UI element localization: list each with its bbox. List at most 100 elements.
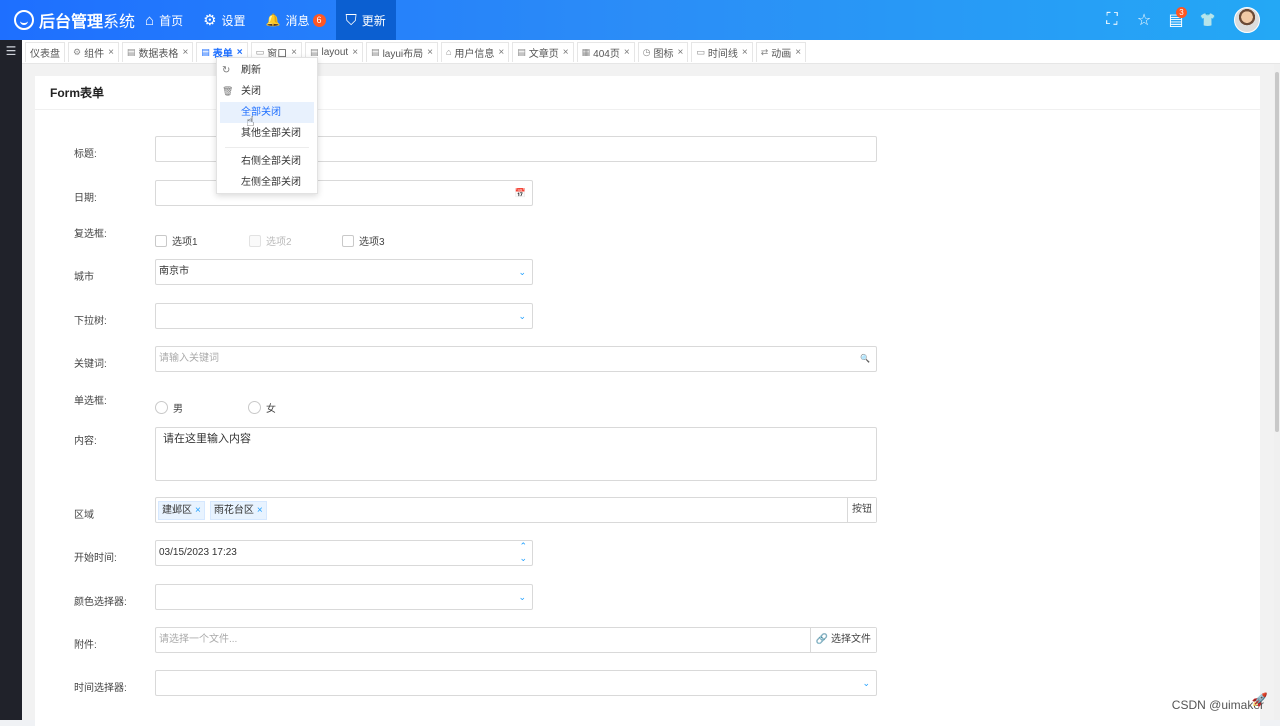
nav-update-label: 更新: [362, 12, 386, 29]
tab-close-icon[interactable]: ×: [427, 47, 433, 58]
nav-settings-label: 设置: [222, 12, 246, 29]
area-button[interactable]: 按钮: [847, 498, 876, 522]
row-color: 颜色选择器: ⌄: [35, 584, 1260, 614]
checkbox-option3[interactable]: 选项3: [342, 233, 385, 248]
tab-label: 时间线: [708, 45, 738, 60]
checkbox-option1[interactable]: 选项1: [155, 233, 198, 248]
start-time-input[interactable]: 03/15/2023 17:23 ⌃ ⌄: [155, 540, 533, 566]
city-value: 南京市: [159, 266, 189, 277]
tab-close-icon[interactable]: ×: [108, 47, 114, 58]
tab-data-table[interactable]: ▤数据表格×: [122, 42, 193, 62]
page-icon: ▤: [127, 47, 136, 58]
tab-icons[interactable]: ◷图标×: [638, 42, 689, 62]
nav-update[interactable]: ⛉ 更新: [336, 0, 396, 40]
tab-dashboard[interactable]: 仪表盘: [25, 42, 65, 62]
row-area: 区域 建邺区×雨花台区× 按钮: [35, 497, 1260, 527]
home-icon: ⌂: [145, 13, 154, 28]
tab-close-icon[interactable]: ×: [352, 47, 358, 58]
area-tag-input[interactable]: 建邺区×雨花台区× 按钮: [155, 497, 877, 523]
tab-label: 组件: [84, 45, 104, 60]
window-icon: ▭: [256, 47, 265, 58]
notes-button[interactable]: ▤ 3: [1160, 0, 1192, 40]
tab-close-icon[interactable]: ×: [624, 47, 630, 58]
title-label: 标题:: [74, 145, 97, 160]
tab-components[interactable]: ⚙组件×: [68, 42, 119, 62]
date-input[interactable]: 📅: [155, 180, 533, 206]
choose-file-button[interactable]: 🔗 选择文件: [810, 628, 876, 652]
radio-male[interactable]: 男: [155, 400, 183, 415]
search-icon[interactable]: 🔍: [860, 347, 870, 371]
tab-close-icon[interactable]: ×: [563, 47, 569, 58]
tab-close-icon[interactable]: ×: [182, 47, 188, 58]
tab-user-info[interactable]: ⌂用户信息×: [441, 42, 509, 62]
keyword-input[interactable]: 请输入关键词 🔍: [155, 346, 877, 372]
tab-404[interactable]: ▦404页 ×: [577, 42, 635, 62]
content-textarea[interactable]: 请在这里输入内容: [155, 427, 877, 481]
page-tabs: 仪表盘 ⚙组件× ▤数据表格× ▤表单× ▭窗口× ▤layout× ▤layu…: [22, 40, 1280, 64]
tag-close-icon[interactable]: ×: [195, 505, 201, 516]
checkbox-option-label: 选项1: [172, 233, 198, 248]
ctx-close-others[interactable]: 其他全部关闭: [220, 123, 314, 144]
page-scrollbar[interactable]: [1274, 64, 1280, 720]
nav-settings[interactable]: ⚙ 设置: [193, 0, 255, 40]
tab-label: 404页: [593, 45, 620, 60]
chevron-down-icon: ⌄: [518, 304, 526, 328]
tab-close-icon[interactable]: ×: [498, 47, 504, 58]
avatar[interactable]: [1234, 7, 1260, 33]
keyword-placeholder: 请输入关键词: [159, 353, 219, 364]
tab-label: layout: [322, 47, 349, 58]
scrollbar-thumb[interactable]: [1275, 72, 1279, 432]
radio-female[interactable]: 女: [248, 400, 276, 415]
tab-close-icon[interactable]: ×: [678, 47, 684, 58]
logo-smile-icon: [14, 10, 34, 30]
date-label: 日期:: [74, 189, 97, 204]
star-icon[interactable]: ☆: [1128, 0, 1160, 40]
color-picker[interactable]: ⌄: [155, 584, 533, 610]
ctx-close-right[interactable]: 右侧全部关闭: [220, 151, 314, 172]
attach-placeholder: 请选择一个文件...: [159, 634, 237, 645]
nav-home[interactable]: ⌂ 首页: [135, 0, 193, 40]
ctx-close-left[interactable]: 左侧全部关闭: [220, 172, 314, 193]
gear-icon: ⚙: [203, 13, 216, 28]
tab-close-icon[interactable]: ×: [742, 47, 748, 58]
nav-home-label: 首页: [159, 12, 183, 29]
radio-option-label: 女: [266, 400, 276, 415]
rocket-icon[interactable]: 🚀: [1252, 692, 1268, 708]
content-label: 内容:: [74, 432, 97, 447]
ctx-refresh[interactable]: ↻刷新: [220, 60, 314, 81]
calendar-icon[interactable]: 📅: [515, 181, 526, 205]
tag-close-icon[interactable]: ×: [257, 505, 263, 516]
spinner-down-icon[interactable]: ⌄: [519, 546, 527, 570]
city-label: 城市: [74, 268, 94, 283]
city-select[interactable]: 南京市 ⌄: [155, 259, 533, 285]
tab-close-icon[interactable]: ×: [237, 47, 243, 58]
tab-close-icon[interactable]: ×: [795, 47, 801, 58]
clock-icon: ◷: [643, 47, 651, 58]
trash-icon: 🗑: [222, 81, 233, 102]
nav-messages[interactable]: 🔔 消息 6: [256, 0, 336, 40]
tab-layui-layout[interactable]: ▤layui布局×: [366, 42, 438, 62]
fullscreen-icon[interactable]: ⛶: [1096, 0, 1128, 40]
shirt-icon[interactable]: 👕: [1192, 0, 1224, 40]
tab-animation[interactable]: ⇄动画×: [756, 42, 806, 62]
tab-timeline[interactable]: ▭时间线×: [691, 42, 752, 62]
hand-cursor-icon: ☝: [246, 114, 255, 128]
messages-badge: 6: [313, 14, 326, 27]
grid-icon: ▦: [582, 47, 591, 58]
menu-toggle-icon[interactable]: ☰: [0, 40, 22, 58]
app-logo[interactable]: 后台管理系统: [0, 0, 135, 40]
chevron-down-icon: ⌄: [518, 585, 526, 609]
tab-close-icon[interactable]: ×: [291, 47, 297, 58]
time-picker[interactable]: ⌄: [155, 670, 877, 696]
ctx-close[interactable]: 🗑关闭: [220, 81, 314, 102]
area-tag: 雨花台区×: [210, 501, 267, 520]
tab-article[interactable]: ▤文章页×: [512, 42, 573, 62]
attach-input[interactable]: 请选择一个文件... 🔗 选择文件: [155, 627, 877, 653]
tree-select[interactable]: ⌄: [155, 303, 533, 329]
tab-label: 动画: [771, 45, 791, 60]
ctx-refresh-label: 刷新: [241, 65, 261, 76]
area-tag-label: 建邺区: [162, 505, 192, 516]
start-time-value: 03/15/2023 17:23: [159, 547, 237, 558]
ctx-close-all[interactable]: 全部关闭: [220, 102, 314, 123]
tab-label: 用户信息: [454, 45, 494, 60]
